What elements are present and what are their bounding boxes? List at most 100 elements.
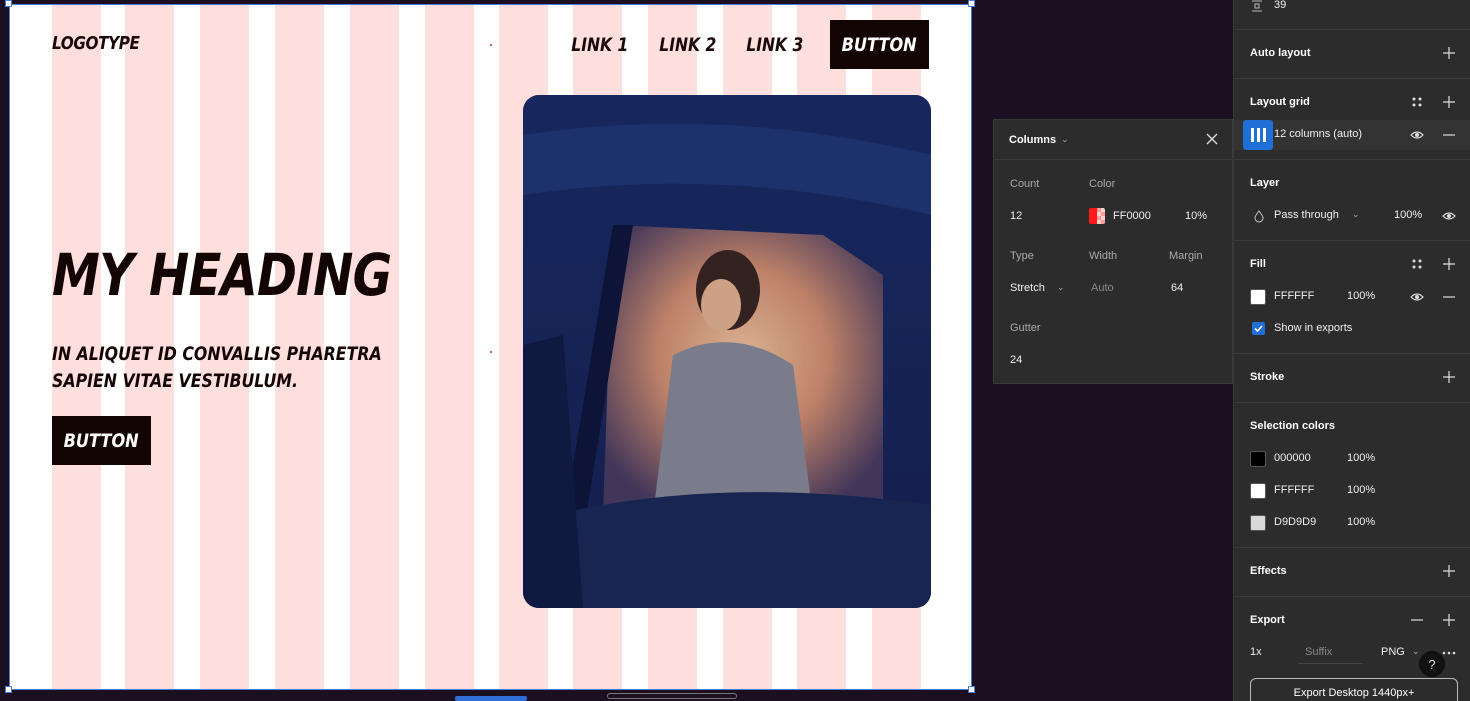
eye-icon[interactable] (1410, 128, 1424, 142)
export-format-dropdown[interactable]: PNG (1381, 646, 1405, 658)
desktop-frame[interactable]: LOGOTYPE LINK 1 LINK 2 LINK 3 BUTTON MY … (9, 4, 972, 690)
fill-opacity-input[interactable]: 100% (1347, 290, 1375, 302)
column-grid-icon[interactable] (1243, 120, 1273, 150)
blend-mode-icon (1254, 210, 1264, 223)
hero-heading[interactable]: MY HEADING (52, 241, 392, 309)
resize-handle[interactable] (968, 686, 975, 693)
show-in-exports-label[interactable]: Show in exports (1274, 322, 1352, 334)
divider (1234, 353, 1470, 354)
help-button[interactable]: ? (1419, 651, 1445, 677)
fill-title: Fill (1250, 258, 1266, 270)
divider (1234, 402, 1470, 403)
selection-color-opacity[interactable]: 100% (1347, 452, 1375, 464)
color-label: Color (1089, 178, 1116, 190)
checkmark-icon (1254, 325, 1263, 333)
properties-panel: 39 Auto layout Layout grid 12 columns (a… (1233, 0, 1470, 701)
selection-colors-title: Selection colors (1250, 420, 1335, 432)
width-label: Width (1089, 250, 1118, 262)
count-input[interactable]: 12 (1010, 210, 1022, 222)
export-title: Export (1250, 614, 1285, 626)
selection-color-swatch[interactable] (1250, 483, 1266, 499)
blend-mode-dropdown[interactable]: Pass through (1274, 209, 1339, 221)
layout-grid-title: Layout grid (1250, 96, 1310, 108)
resize-handle[interactable] (5, 686, 12, 693)
export-button[interactable]: Export Desktop 1440px+ (1250, 678, 1458, 701)
spacing-input[interactable]: 39 (1274, 0, 1286, 11)
selection-color-swatch[interactable] (1250, 451, 1266, 467)
grid-styles-icon[interactable] (1410, 95, 1424, 109)
center-marker (490, 44, 492, 46)
suffix-underline (1298, 663, 1363, 664)
color-hex-input[interactable]: FF0000 (1113, 210, 1151, 222)
width-input[interactable]: Auto (1091, 282, 1114, 294)
count-label: Count (1010, 178, 1040, 190)
horizontal-scrollbar[interactable] (455, 696, 527, 701)
divider (1234, 240, 1470, 241)
layer-opacity-input[interactable]: 100% (1394, 209, 1422, 221)
minus-icon[interactable] (1442, 128, 1456, 142)
divider (1234, 29, 1470, 30)
gutter-input[interactable]: 24 (1010, 354, 1022, 366)
divider (1234, 547, 1470, 548)
plus-icon[interactable] (1442, 370, 1456, 384)
spacing-icon (1252, 0, 1262, 12)
nav-link-1[interactable]: LINK 1 (571, 34, 628, 56)
nav-button[interactable]: BUTTON (830, 20, 929, 69)
hero-button-label: BUTTON (63, 429, 140, 452)
nav-button-label: BUTTON (841, 33, 918, 56)
margin-label: Margin (1169, 250, 1203, 262)
minus-icon[interactable] (1442, 290, 1456, 304)
logotype[interactable]: LOGOTYPE (52, 33, 140, 54)
selection-color-hex[interactable]: D9D9D9 (1274, 516, 1316, 528)
minus-icon[interactable] (1410, 613, 1424, 627)
selection-color-hex[interactable]: FFFFFF (1274, 484, 1314, 496)
nav-link-3[interactable]: LINK 3 (747, 34, 804, 56)
resize-handle[interactable] (968, 0, 975, 7)
fill-styles-icon[interactable] (1410, 257, 1424, 271)
layout-grid-item-label[interactable]: 12 columns (auto) (1274, 128, 1362, 140)
chevron-down-icon[interactable]: ⌄ (1061, 134, 1069, 145)
margin-input[interactable]: 64 (1171, 282, 1183, 294)
plus-icon[interactable] (1442, 46, 1456, 60)
chevron-down-icon[interactable]: ⌄ (1057, 282, 1065, 293)
plus-icon[interactable] (1442, 257, 1456, 271)
eye-icon[interactable] (1410, 290, 1424, 304)
plus-icon[interactable] (1442, 564, 1456, 578)
grid-type-dropdown[interactable]: Columns (1009, 134, 1056, 146)
eye-icon[interactable] (1442, 209, 1456, 223)
more-options-icon[interactable] (1442, 646, 1456, 660)
plus-icon[interactable] (1442, 613, 1456, 627)
fill-color-swatch[interactable] (1250, 289, 1266, 305)
popup-header: Columns ⌄ (994, 120, 1232, 160)
type-dropdown[interactable]: Stretch (1010, 282, 1045, 294)
hero-photo[interactable] (523, 95, 931, 608)
show-in-exports-checkbox[interactable] (1252, 322, 1265, 335)
center-marker (490, 351, 492, 353)
type-label: Type (1010, 250, 1034, 262)
hero-subtext[interactable]: IN ALIQUET ID CONVALLIS PHARETRA SAPIEN … (52, 341, 434, 395)
color-opacity-input[interactable]: 10% (1185, 210, 1207, 222)
close-icon[interactable] (1204, 131, 1220, 147)
resize-handle[interactable] (5, 0, 12, 7)
divider (1234, 78, 1470, 79)
divider (1234, 159, 1470, 160)
grid-color-swatch[interactable] (1089, 208, 1105, 224)
chevron-down-icon[interactable]: ⌄ (1352, 209, 1360, 220)
photo-illustration (523, 95, 931, 608)
selection-color-opacity[interactable]: 100% (1347, 484, 1375, 496)
frame-size-badge (607, 693, 737, 699)
divider (1234, 596, 1470, 597)
hero-button[interactable]: BUTTON (52, 416, 151, 465)
fill-hex-input[interactable]: FFFFFF (1274, 290, 1314, 302)
plus-icon[interactable] (1442, 95, 1456, 109)
columns-grid-popup: Columns ⌄ Count Color 12 FF0000 10% Type… (993, 119, 1233, 384)
nav-link-2[interactable]: LINK 2 (659, 34, 716, 56)
selection-color-hex[interactable]: 000000 (1274, 452, 1311, 464)
selection-color-swatch[interactable] (1250, 515, 1266, 531)
export-suffix-input[interactable]: Suffix (1305, 646, 1332, 658)
chevron-down-icon[interactable]: ⌄ (1412, 646, 1420, 657)
export-scale-dropdown[interactable]: 1x (1250, 646, 1262, 658)
stroke-title: Stroke (1250, 371, 1285, 383)
layer-title: Layer (1250, 177, 1280, 189)
selection-color-opacity[interactable]: 100% (1347, 516, 1375, 528)
